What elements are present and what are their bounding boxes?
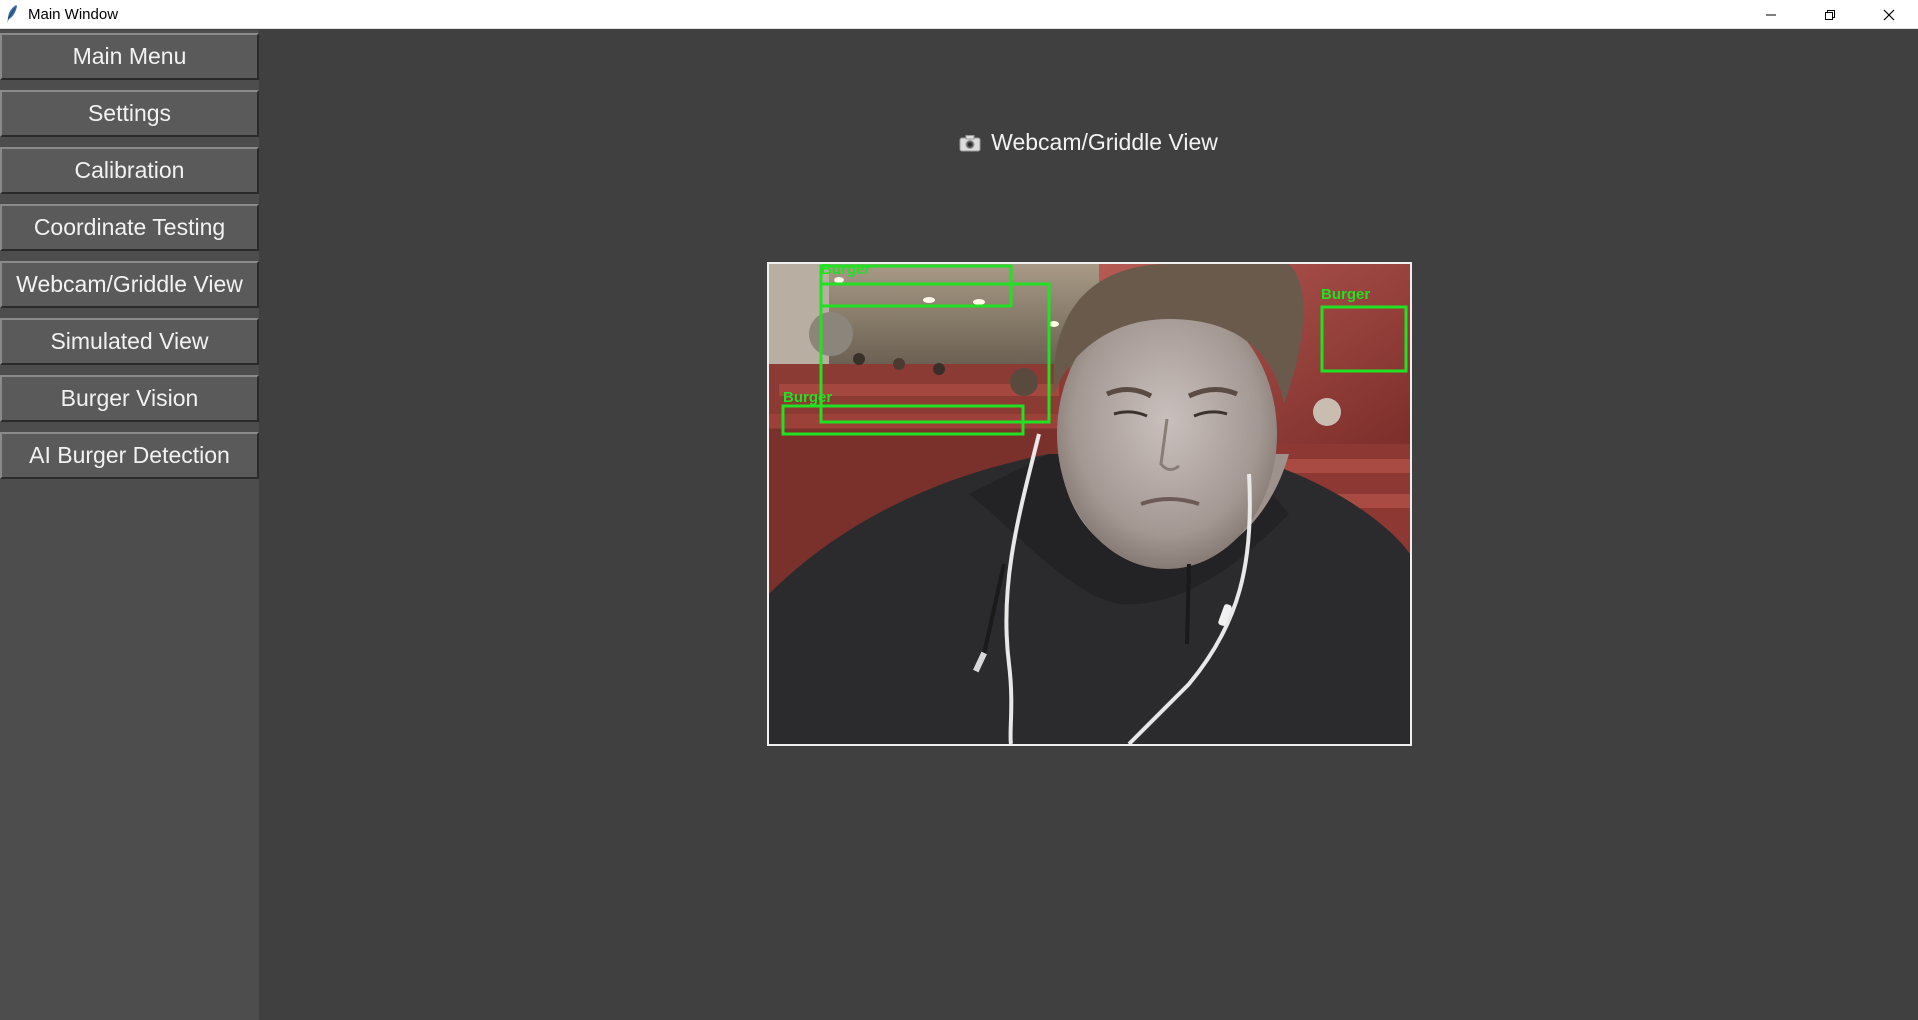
restore-icon [1824,9,1835,20]
sidebar-item-label: Coordinate Testing [33,214,226,240]
feather-icon [7,5,17,23]
sidebar-item-simulated-view[interactable]: Simulated View [0,318,259,365]
sidebar: Main Menu Settings Calibration Coordinat… [0,30,259,1020]
window-title: Main Window [28,6,119,23]
sidebar-item-burger-vision[interactable]: Burger Vision [0,375,259,422]
sidebar-item-label: Webcam/Griddle View [16,271,243,297]
sidebar-item-ai-burger-detection[interactable]: AI Burger Detection [0,432,259,479]
webcam-image: Burger Burger Burger [769,264,1410,744]
detection-label: Burger [783,389,832,406]
sidebar-item-label: AI Burger Detection [29,442,230,468]
close-icon [1883,9,1894,20]
restore-button[interactable] [1800,0,1859,29]
sidebar-item-label: Burger Vision [60,385,199,411]
title-bar: Main Window [0,0,1918,29]
sidebar-item-coordinate-testing[interactable]: Coordinate Testing [0,204,259,251]
camera-icon [959,134,981,151]
page-title: Webcam/Griddle View [259,129,1918,156]
sidebar-item-settings[interactable]: Settings [0,90,259,137]
close-button[interactable] [1859,0,1918,29]
sidebar-item-label: Simulated View [50,328,209,354]
page-title-text: Webcam/Griddle View [991,129,1218,155]
webcam-feed: Burger Burger Burger [767,262,1412,746]
minimize-button[interactable] [1741,0,1800,29]
sidebar-item-calibration[interactable]: Calibration [0,147,259,194]
sidebar-item-label: Main Menu [72,43,187,69]
window-controls [1741,0,1918,29]
sidebar-item-main-menu[interactable]: Main Menu [0,33,259,80]
detection-label: Burger [821,264,870,278]
sidebar-item-label: Settings [87,100,172,126]
detection-label: Burger [1321,286,1370,303]
main-content: Webcam/Griddle View Burger Burger Burger [259,30,1918,1020]
minimize-icon [1765,14,1776,15]
sidebar-item-webcam-griddle-view[interactable]: Webcam/Griddle View [0,261,259,308]
sidebar-item-label: Calibration [74,157,185,183]
